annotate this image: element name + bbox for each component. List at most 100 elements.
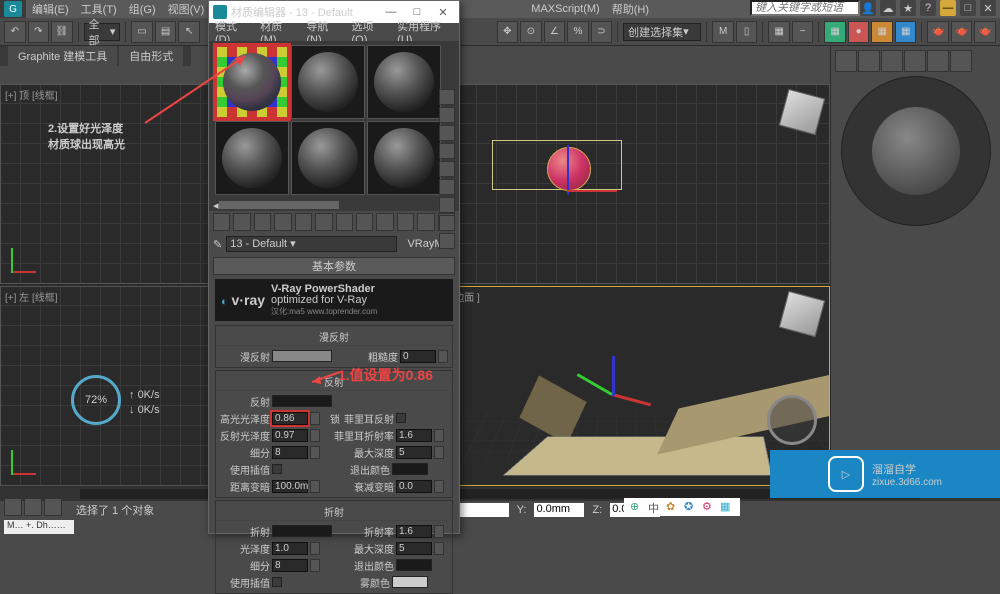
snap-icon[interactable]: ⊙ <box>520 21 542 43</box>
dim-falloff-input[interactable]: 0.0 <box>396 480 432 493</box>
render-setup-icon[interactable]: ▦ <box>871 21 893 43</box>
mat-slot-3[interactable] <box>367 45 441 119</box>
magnet-icon[interactable]: ⊃ <box>591 21 613 43</box>
tab-graphite[interactable]: Graphite 建模工具 <box>8 46 117 66</box>
search-input[interactable] <box>750 0 860 16</box>
menu-edit[interactable]: 编辑(E) <box>32 1 69 17</box>
get-mat-icon[interactable] <box>213 213 230 231</box>
filter-dropdown[interactable]: 全部 ▾ <box>84 23 121 41</box>
link-icon[interactable]: ⛓ <box>51 21 73 43</box>
spinner-icon[interactable] <box>434 429 444 442</box>
spinner-icon[interactable] <box>310 542 320 555</box>
backlight-icon[interactable] <box>439 107 455 123</box>
vp-label-left[interactable]: [+] 左 [线框] <box>5 289 58 304</box>
social-4-icon[interactable]: ✪ <box>684 500 698 514</box>
select-by-mat-icon[interactable] <box>439 215 455 231</box>
mat-hscroll[interactable]: ◂▸ <box>209 199 459 211</box>
spinner-icon[interactable] <box>434 542 444 555</box>
material-icon[interactable]: ● <box>848 21 870 43</box>
arc-rotate-control[interactable] <box>841 76 991 226</box>
mat-name-input[interactable]: 13 - Default ▾ <box>226 236 397 252</box>
social-3-icon[interactable]: ✿ <box>666 500 680 514</box>
transform-gizmo[interactable] <box>582 366 642 426</box>
dim-distance-input[interactable]: 100.0m <box>272 480 308 493</box>
mat-slot-2[interactable] <box>291 45 365 119</box>
viewcube[interactable] <box>779 291 826 338</box>
close-icon[interactable]: ✕ <box>980 0 996 16</box>
make-copy-icon[interactable] <box>295 213 312 231</box>
play-prev-icon[interactable] <box>24 498 42 516</box>
roughness-input[interactable]: 0 <box>400 350 436 363</box>
vp-label-top[interactable]: [+] 顶 [线框] <box>5 87 58 102</box>
sphere-object[interactable] <box>547 147 591 191</box>
reflect-swatch[interactable] <box>272 395 332 407</box>
align-icon[interactable]: ▯ <box>736 21 758 43</box>
viewport-front[interactable] <box>416 84 830 284</box>
signin-icon[interactable]: 👤 <box>860 0 876 16</box>
pick-icon[interactable]: ✎ <box>213 238 222 251</box>
minimize-icon[interactable]: — <box>940 0 956 16</box>
refract-depth-input[interactable]: 5 <box>396 542 432 555</box>
video-check-icon[interactable] <box>439 161 455 177</box>
social-6-icon[interactable]: ▦ <box>720 500 734 514</box>
cursor-icon[interactable]: ↖ <box>178 21 200 43</box>
nav-wheel-icon[interactable] <box>767 395 817 445</box>
tab-utilities-icon[interactable] <box>950 50 972 72</box>
hilight-gloss-input[interactable]: 0.86 <box>272 412 308 425</box>
preview-icon[interactable] <box>439 179 455 195</box>
social-5-icon[interactable]: ⚙ <box>702 500 716 514</box>
spinner-icon[interactable] <box>434 525 444 538</box>
refl-gloss-input[interactable]: 0.97 <box>272 429 308 442</box>
refl-depth-input[interactable]: 5 <box>396 446 432 459</box>
spinner-icon[interactable] <box>310 429 320 442</box>
tab-display-icon[interactable] <box>927 50 949 72</box>
spinner-icon[interactable] <box>310 446 320 459</box>
background-icon[interactable] <box>439 125 455 141</box>
spinner-icon[interactable] <box>310 559 320 572</box>
refract-interp-checkbox[interactable] <box>272 577 282 587</box>
refract-exit-swatch[interactable] <box>396 559 432 571</box>
menu-maxscript[interactable]: MAXScript(M) <box>531 3 599 15</box>
app-logo-icon[interactable]: G <box>4 1 22 17</box>
go-parent-icon[interactable] <box>417 213 434 231</box>
angle-icon[interactable]: ∠ <box>544 21 566 43</box>
refl-exit-swatch[interactable] <box>392 463 428 475</box>
show-end-icon[interactable] <box>397 213 414 231</box>
coord-y-input[interactable]: 0.0mm <box>534 503 584 517</box>
refract-ior-input[interactable]: 1.6 <box>396 525 432 538</box>
render-frame-icon[interactable]: ▦ <box>895 21 917 43</box>
move-icon[interactable]: ✥ <box>497 21 519 43</box>
cloud-icon[interactable]: ☁ <box>880 0 896 16</box>
curve-icon[interactable]: ~ <box>792 21 814 43</box>
tab-freeform[interactable]: 自由形式 <box>119 46 183 66</box>
mtl-map-nav-icon[interactable] <box>439 233 455 249</box>
star-icon[interactable]: ★ <box>900 0 916 16</box>
undo-icon[interactable]: ↶ <box>4 21 26 43</box>
mat-slot-6[interactable] <box>367 121 441 195</box>
refl-subdiv-input[interactable]: 8 <box>272 446 308 459</box>
reset-mat-icon[interactable] <box>274 213 291 231</box>
viewport-perspective[interactable]: [+] 透 • 边面 ] <box>416 286 830 486</box>
maximize-icon[interactable]: □ <box>960 0 976 16</box>
tab-modify-icon[interactable] <box>858 50 880 72</box>
spinner-icon[interactable] <box>438 350 448 363</box>
select-name-icon[interactable]: ▤ <box>155 21 177 43</box>
tab-motion-icon[interactable] <box>904 50 926 72</box>
refl-interp-checkbox[interactable] <box>272 464 282 474</box>
refract-subdiv-input[interactable]: 8 <box>272 559 308 572</box>
spinner-icon[interactable] <box>434 480 444 493</box>
coord-x-input[interactable] <box>459 503 509 517</box>
spinner-icon[interactable] <box>434 446 444 459</box>
redo-icon[interactable]: ↷ <box>28 21 50 43</box>
put-mat-icon[interactable] <box>233 213 250 231</box>
refract-swatch[interactable] <box>272 525 332 537</box>
mirror-icon[interactable]: M <box>712 21 734 43</box>
fog-swatch[interactable] <box>392 576 428 588</box>
percent-icon[interactable]: % <box>567 21 589 43</box>
uv-tile-icon[interactable] <box>439 143 455 159</box>
play-start-icon[interactable] <box>4 498 22 516</box>
social-2-icon[interactable]: 中 <box>648 500 662 514</box>
diffuse-swatch[interactable] <box>272 350 332 362</box>
mat-slot-5[interactable] <box>291 121 365 195</box>
help-icon[interactable]: ? <box>920 0 936 16</box>
